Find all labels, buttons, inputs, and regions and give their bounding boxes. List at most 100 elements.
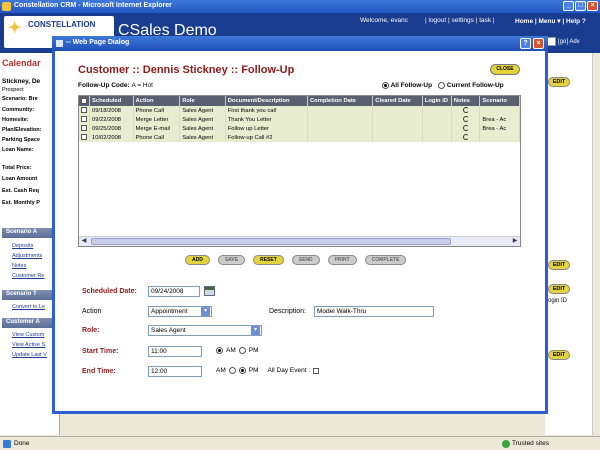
header-links[interactable]: | logout | settings | task | <box>425 17 495 24</box>
column-header[interactable]: Scenario <box>479 96 520 106</box>
customer-name: Stickney, De <box>2 78 41 85</box>
section-header[interactable]: Customer A <box>2 318 58 328</box>
start-time-field[interactable]: 11:00 <box>148 346 202 357</box>
section-header[interactable]: Scenario A <box>2 228 58 238</box>
dialog-titlebar: -- Web Page Dialog ? × <box>52 36 548 51</box>
column-header[interactable]: Action <box>133 96 181 106</box>
field-label: Est. Cash Req <box>2 188 39 194</box>
column-header[interactable]: Cleared Date <box>372 96 423 106</box>
sidebar-link[interactable]: Customer Re <box>12 273 44 279</box>
action-label: Action <box>82 308 102 315</box>
table-row[interactable]: 09/18/2008 Phone Call Sales Agent First … <box>79 106 520 115</box>
browser-titlebar: Constellation CRM - Microsoft Internet E… <box>0 0 600 13</box>
notes-icon[interactable] <box>462 133 469 140</box>
table-row[interactable]: 10/02/2008 Phone Call Sales Agent Follow… <box>79 133 520 142</box>
scenario-label: Scenario: Bre <box>2 96 38 102</box>
add-button[interactable]: ADD <box>185 255 210 265</box>
select-all-header[interactable] <box>79 96 90 106</box>
field-label: Total Price: <box>2 165 32 171</box>
send-button[interactable]: SEND <box>291 255 320 265</box>
field-label: Plan/Elevation: <box>2 127 42 133</box>
sidebar-link[interactable]: View Custom <box>12 332 44 338</box>
row-checkbox[interactable] <box>81 107 87 114</box>
close-button[interactable]: CLOSE <box>490 64 520 75</box>
start-pm-radio[interactable] <box>238 347 246 354</box>
scroll-left-icon[interactable]: ◀ <box>80 238 88 245</box>
welcome-text: Welcome, evanc <box>360 17 408 24</box>
description-field[interactable]: Model Walk-Thru <box>314 306 434 317</box>
notes-icon[interactable] <box>462 106 469 113</box>
field-label: Homesite: <box>2 117 29 123</box>
end-am-radio[interactable] <box>228 367 236 374</box>
table-row[interactable]: 09/25/2008 Merge E-mail Sales Agent Foll… <box>79 124 520 133</box>
follow-up-code-value: A = Hot <box>131 82 153 89</box>
column-header[interactable]: Scheduled <box>89 96 134 106</box>
sidebar-link[interactable]: Adjustments <box>12 253 42 259</box>
edit-button[interactable]: EDIT <box>548 284 570 294</box>
all-day-checkbox[interactable] <box>313 367 320 374</box>
notes-icon[interactable] <box>462 124 469 131</box>
dialog-title: -- Web Page Dialog <box>66 39 130 46</box>
calendar-icon[interactable] <box>204 286 215 296</box>
row-checkbox[interactable] <box>81 116 87 123</box>
maximize-button[interactable]: □ <box>575 1 586 11</box>
section-header[interactable]: Scenario T <box>2 290 58 300</box>
row-checkbox[interactable] <box>81 134 87 141</box>
role-select[interactable]: Sales Agent <box>148 325 262 336</box>
column-header[interactable]: Login ID <box>422 96 452 106</box>
go-link[interactable]: [go] Adv <box>558 39 580 45</box>
save-button[interactable]: SAVE <box>217 255 246 265</box>
edit-button[interactable]: EDIT <box>548 350 570 360</box>
help-button[interactable]: ? <box>520 38 531 49</box>
notes-icon[interactable] <box>462 115 469 122</box>
minimize-button[interactable]: _ <box>563 1 574 11</box>
print-button[interactable]: PRINT <box>327 255 357 265</box>
column-header[interactable]: Role <box>179 96 226 106</box>
followup-table: Scheduled Action Role Document/Descripti… <box>79 96 520 142</box>
row-checkbox[interactable] <box>81 125 87 132</box>
start-am-radio[interactable] <box>216 347 223 354</box>
column-header[interactable]: Completion Date <box>307 96 374 106</box>
close-dialog-button[interactable]: × <box>533 38 544 49</box>
all-followup-radio[interactable] <box>382 82 389 89</box>
select-all-checkbox[interactable] <box>81 97 87 104</box>
follow-up-filter: All Follow-Up Current Follow-Up <box>382 82 504 89</box>
table-row[interactable]: 09/22/2008 Merge Letter Sales Agent Than… <box>79 115 520 124</box>
sidebar-link[interactable]: Convert to Le <box>12 304 45 310</box>
description-label: Description: <box>269 308 306 315</box>
dialog-heading: Customer :: Dennis Stickney :: Follow-Up <box>78 64 295 76</box>
edit-button[interactable]: EDIT <box>548 260 570 270</box>
scroll-right-icon[interactable]: ▶ <box>511 238 519 245</box>
browser-title: Constellation CRM - Microsoft Internet E… <box>14 2 172 9</box>
scroll-thumb[interactable] <box>91 238 451 245</box>
page-scrollbar[interactable] <box>592 53 600 435</box>
customer-type: Prospect <box>2 87 24 93</box>
calendar-title[interactable]: Calendar <box>2 58 41 68</box>
action-buttons: ADD SAVE RESET SEND PRINT COMPLETE <box>185 255 407 265</box>
column-header[interactable]: Document/Description <box>225 96 308 106</box>
sidebar-link[interactable]: Notes <box>12 263 26 269</box>
current-followup-radio[interactable] <box>438 82 446 89</box>
scheduled-date-field[interactable]: 09/24/2008 <box>148 286 200 297</box>
complete-button[interactable]: COMPLETE <box>364 255 407 265</box>
sidebar-link[interactable]: Deposits <box>12 243 33 249</box>
close-window-button[interactable]: × <box>587 1 598 11</box>
header-nav[interactable]: Home | Menu ▾ | Help ? <box>515 17 586 25</box>
sidebar-link[interactable]: View Active S <box>12 342 45 348</box>
field-label: Community: <box>2 107 35 113</box>
follow-up-code: Follow-Up Code: A = Hot <box>78 82 153 89</box>
edit-button[interactable]: EDIT <box>548 77 570 87</box>
grid-horizontal-scrollbar[interactable]: ◀ ▶ <box>79 236 520 246</box>
end-time-field[interactable]: 12:00 <box>148 366 202 377</box>
action-select[interactable]: Appointment <box>148 306 212 317</box>
sidebar-link[interactable]: Update Last V <box>12 352 47 358</box>
security-zone: Trusted sites <box>502 440 549 448</box>
star-logo-icon: ✦ <box>8 20 22 37</box>
end-pm-radio[interactable] <box>238 367 246 374</box>
browser-statusbar: Done Trusted sites <box>0 436 600 450</box>
column-header[interactable]: Notes <box>451 96 481 106</box>
reset-button[interactable]: RESET <box>253 255 284 265</box>
search-box[interactable] <box>547 37 556 46</box>
start-time-label: Start Time: <box>82 348 119 355</box>
trusted-sites-icon <box>502 440 510 448</box>
